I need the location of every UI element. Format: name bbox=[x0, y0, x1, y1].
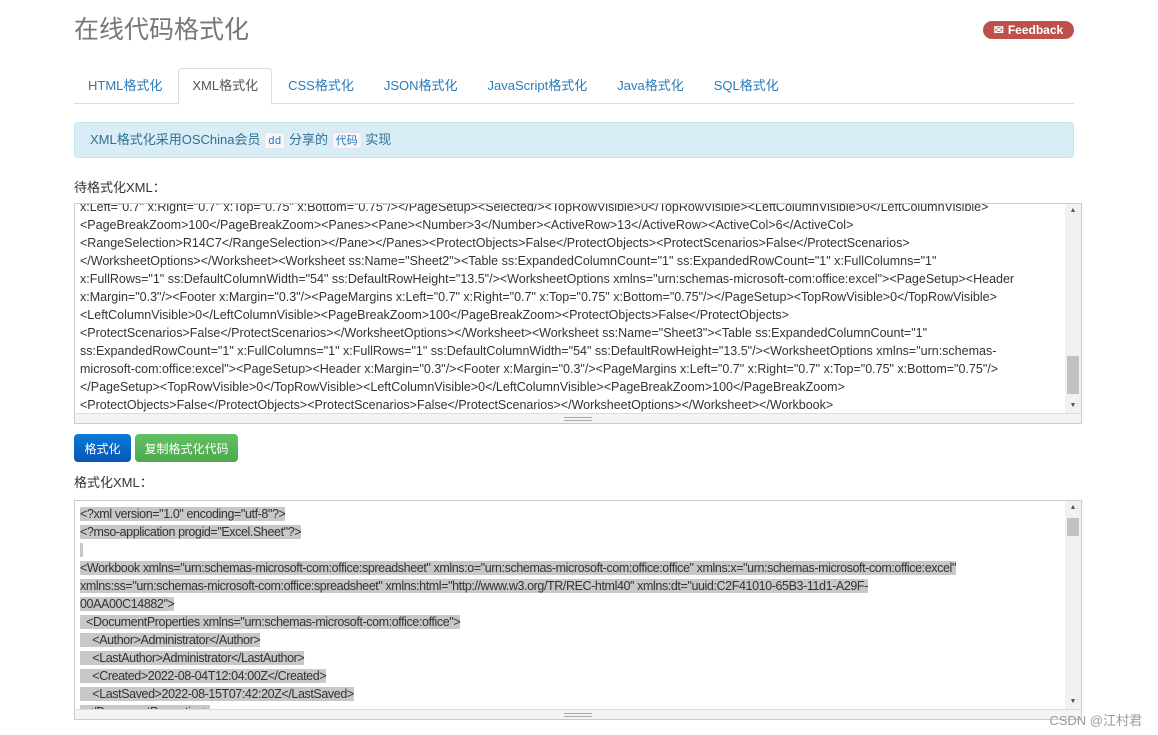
code-line-text: <LastSaved>2022-08-15T07:42:20Z</LastSav… bbox=[80, 687, 354, 701]
user-link[interactable]: dd bbox=[264, 132, 286, 149]
code-line-text: <LastAuthor>Administrator</LastAuthor> bbox=[80, 651, 305, 665]
alert-text: XML格式化采用OSChina会员 bbox=[90, 132, 261, 147]
output-label: 格式化XML： bbox=[74, 475, 153, 490]
scrollbar-thumb[interactable] bbox=[1067, 518, 1079, 536]
mail-icon: ✉ bbox=[993, 23, 1004, 37]
code-line: <LastSaved>2022-08-15T07:42:20Z</LastSav… bbox=[80, 685, 1063, 703]
tab-css[interactable]: CSS格式化 bbox=[274, 68, 368, 104]
code-line: <Author>Administrator</Author> bbox=[80, 631, 1063, 649]
watermark: CSDN @江村君 bbox=[1049, 713, 1142, 728]
info-alert: XML格式化采用OSChina会员 dd 分享的 代码 实现 bbox=[74, 122, 1074, 158]
scroll-down-icon[interactable]: ▼ bbox=[1065, 695, 1081, 709]
code-line-text: <?xml version="1.0" encoding="utf-8"?> bbox=[80, 507, 286, 521]
tab-sql[interactable]: SQL格式化 bbox=[700, 68, 793, 104]
code-line: xmlns:ss="urn:schemas-microsoft-com:offi… bbox=[80, 577, 1063, 595]
code-line-text: <Created>2022-08-04T12:04:00Z</Created> bbox=[80, 669, 327, 683]
code-line bbox=[80, 541, 1063, 559]
code-line: <ProtectObjects>False</ProtectObjects><P… bbox=[80, 398, 834, 412]
code-line: <?mso-application progid="Excel.Sheet"?> bbox=[80, 523, 1063, 541]
code-line: <ProtectScenarios>False</ProtectScenario… bbox=[80, 326, 928, 340]
code-line: <Workbook xmlns="urn:schemas-microsoft-c… bbox=[80, 559, 1063, 577]
code-line: <?xml version="1.0" encoding="utf-8"?> bbox=[80, 505, 1063, 523]
feedback-label: Feedback bbox=[1007, 23, 1064, 37]
scroll-up-icon[interactable]: ▲ bbox=[1065, 501, 1081, 515]
code-line-text: <DocumentProperties xmlns="urn:schemas-m… bbox=[80, 615, 461, 629]
input-textarea[interactable]: x:Left="0.7" x:Right="0.7" x:Top="0.75" … bbox=[74, 203, 1082, 424]
code-line-text: <Author>Administrator</Author> bbox=[80, 633, 261, 647]
resize-handle[interactable] bbox=[75, 709, 1081, 719]
code-line: x:FullRows="1" ss:DefaultColumnWidth="54… bbox=[80, 272, 1015, 286]
tab-html[interactable]: HTML格式化 bbox=[74, 68, 176, 104]
code-line: ss:ExpandedRowCount="1" x:FullColumns="1… bbox=[80, 344, 997, 358]
code-line: 00AA00C14882"> bbox=[80, 595, 1063, 613]
scroll-down-icon[interactable]: ▼ bbox=[1065, 399, 1081, 413]
input-scrollbar[interactable]: ▲ ▼ bbox=[1065, 204, 1081, 413]
code-line: <LastAuthor>Administrator</LastAuthor> bbox=[80, 649, 1063, 667]
code-line: <Created>2022-08-04T12:04:00Z</Created> bbox=[80, 667, 1063, 685]
feedback-button[interactable]: ✉ Feedback bbox=[983, 21, 1074, 39]
tab-java[interactable]: Java格式化 bbox=[603, 68, 697, 104]
scrollbar-thumb[interactable] bbox=[1067, 356, 1079, 394]
input-label: 待格式化XML： bbox=[74, 180, 166, 195]
code-line: x:Left="0.7" x:Right="0.7" x:Top="0.75" … bbox=[80, 203, 989, 214]
code-line-text: xmlns:ss="urn:schemas-microsoft-com:offi… bbox=[80, 579, 868, 593]
code-line-text: <Workbook xmlns="urn:schemas-microsoft-c… bbox=[80, 561, 956, 575]
tab-javascript[interactable]: JavaScript格式化 bbox=[474, 68, 602, 104]
resize-handle[interactable] bbox=[75, 413, 1081, 423]
scroll-up-icon[interactable]: ▲ bbox=[1065, 204, 1081, 218]
code-line: </WorksheetOptions></Worksheet><Workshee… bbox=[80, 254, 937, 268]
code-line: <RangeSelection>R14C7</RangeSelection></… bbox=[80, 236, 910, 250]
code-line: x:Margin="0.3"/><Footer x:Margin="0.3"/>… bbox=[80, 290, 997, 304]
tab-json[interactable]: JSON格式化 bbox=[370, 68, 472, 104]
code-line: <DocumentProperties xmlns="urn:schemas-m… bbox=[80, 613, 1063, 631]
code-line: </PageSetup><TopRowVisible>0</TopRowVisi… bbox=[80, 380, 845, 394]
code-line: <LeftColumnVisible>0</LeftColumnVisible>… bbox=[80, 308, 789, 322]
tab-xml[interactable]: XML格式化 bbox=[178, 68, 273, 105]
code-line-text: <?mso-application progid="Excel.Sheet"?> bbox=[80, 525, 302, 539]
output-textarea[interactable]: <?xml version="1.0" encoding="utf-8"?> <?… bbox=[74, 500, 1082, 720]
code-line: microsoft-com:office:excel"><PageSetup><… bbox=[80, 362, 999, 376]
code-link[interactable]: 代码 bbox=[331, 132, 362, 149]
format-button[interactable]: 格式化 bbox=[74, 434, 131, 462]
code-line: <PageBreakZoom>100</PageBreakZoom><Panes… bbox=[80, 218, 854, 232]
output-scrollbar[interactable]: ▲ ▼ bbox=[1065, 501, 1081, 709]
page-title: 在线代码格式化 bbox=[74, 16, 250, 44]
copy-formatted-button[interactable]: 复制格式化代码 bbox=[135, 434, 238, 462]
code-line-text: 00AA00C14882"> bbox=[80, 597, 175, 611]
alert-text: 分享的 bbox=[288, 132, 328, 147]
code-line-text bbox=[80, 543, 84, 557]
tab-bar: HTML格式化 XML格式化 CSS格式化 JSON格式化 JavaScript… bbox=[74, 68, 1074, 105]
alert-text: 实现 bbox=[365, 132, 392, 147]
